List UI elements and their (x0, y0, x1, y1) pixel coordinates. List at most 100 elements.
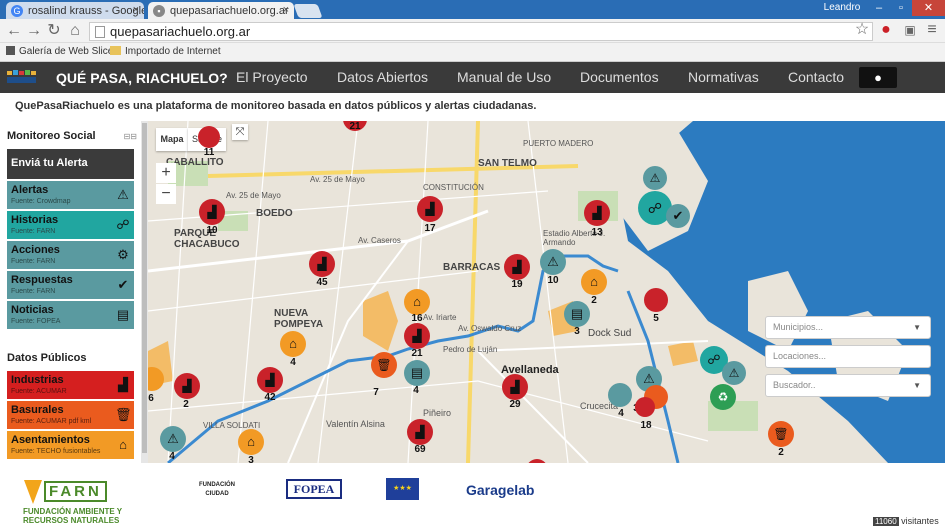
marker-industria[interactable] (644, 288, 668, 312)
map-label: BARRACAS (443, 262, 501, 273)
eu-flag-icon[interactable]: ★★★ (386, 478, 419, 500)
marker-alerta[interactable]: ⚠ (643, 166, 667, 190)
nav-normativas[interactable]: Normativas (688, 69, 759, 85)
nav-manual-de-uso[interactable]: Manual de Uso (457, 69, 551, 85)
marker-industria[interactable]: ▟ (584, 200, 610, 226)
sidebar-item-asentamientos[interactable]: Asentamientos Fuente: TECHO fusiontables… (7, 431, 134, 460)
marker-asentamiento[interactable]: ⌂ (404, 289, 430, 315)
item-label: Noticias (11, 304, 54, 316)
marker-noticia[interactable]: ▤ (564, 301, 590, 327)
close-icon[interactable]: × (133, 4, 139, 16)
bookmark-importado[interactable]: Importado de Internet (110, 46, 221, 57)
sidebar-item-respuestas[interactable]: Respuestas Fuente: FARN ✔ (7, 271, 134, 300)
map-type-mapa[interactable]: Mapa (156, 128, 188, 151)
marker-industria[interactable]: ▟ (502, 374, 528, 400)
web-slice-icon (6, 46, 15, 55)
marker-industria[interactable]: ▟ (407, 419, 433, 445)
pinterest-icon[interactable]: ● (876, 20, 896, 40)
sidebar-item-alertas[interactable]: Alertas Fuente: Crowdmap ⚠ (7, 181, 134, 210)
close-window-icon[interactable]: ✕ (912, 0, 945, 16)
locaciones-input[interactable]: Locaciones... (765, 345, 931, 368)
marker-asentamiento[interactable]: ⌂ (238, 429, 264, 455)
page-icon: ▪ (153, 5, 165, 17)
marker-industria[interactable]: ▟ (404, 323, 430, 349)
maximize-icon[interactable]: ▫ (890, 0, 912, 16)
site-logo[interactable] (5, 67, 39, 88)
marker-industria[interactable] (198, 126, 220, 148)
marker-count: 4 (169, 451, 175, 462)
newspaper-icon: ▤ (116, 307, 130, 322)
map-label: Av. Oswaldo Cruz (458, 324, 522, 333)
marker-industria[interactable]: ▟ (257, 367, 283, 393)
sidebar-scrollbar[interactable] (141, 121, 148, 463)
forward-icon[interactable]: → (24, 21, 44, 41)
zoom-in-button[interactable]: + (156, 163, 176, 183)
marker-industria[interactable] (635, 397, 655, 417)
map[interactable]: CABALLITO BOEDO PARQUE CHACABUCO NUEVA POM… (148, 121, 945, 463)
star-icon[interactable]: ☆ (852, 20, 872, 40)
extension-icon[interactable]: ▣ (900, 20, 920, 40)
fopea-logo[interactable]: FOPEA (286, 479, 342, 499)
section-collapse-icons[interactable]: ⊟⊟ (124, 132, 137, 141)
site-brand[interactable]: QUÉ PASA, RIACHUELO? (56, 70, 228, 86)
section-title-social: Monitoreo Social (7, 130, 96, 142)
fullscreen-icon[interactable]: ⤧ (232, 124, 248, 140)
marker-basural[interactable]: 🗑 (768, 421, 794, 447)
map-label: Av. 25 de Mayo (310, 175, 365, 184)
map-label: CONSTITUCIÓN (423, 183, 484, 192)
back-icon[interactable]: ← (4, 21, 24, 41)
farn-logo[interactable]: FARN (44, 481, 107, 502)
tab-google[interactable]: G rosalind krauss - Google × (6, 2, 144, 19)
close-icon[interactable]: × (283, 4, 289, 16)
sidebar-item-historias[interactable]: Historias Fuente: FARN ☍ (7, 211, 134, 240)
marker-count: 29 (509, 399, 521, 410)
home-icon[interactable]: ⌂ (65, 21, 85, 41)
scrollbar-thumb[interactable] (142, 123, 147, 453)
new-tab-button[interactable] (293, 4, 323, 18)
marker-alerta[interactable]: ⚠ (160, 426, 186, 452)
bookmark-web-slice[interactable]: Galería de Web Slice (6, 46, 113, 57)
bookmark-label: Importado de Internet (125, 46, 221, 57)
nav-contacto[interactable]: Contacto (788, 69, 844, 85)
reload-icon[interactable]: ↻ (44, 21, 64, 41)
user-button[interactable]: ● (859, 67, 897, 88)
marker-count: 19 (511, 279, 523, 290)
nav-documentos[interactable]: Documentos (580, 69, 659, 85)
sidebar-item-industrias[interactable]: Industrias Fuente: ACUMAR ▟ (7, 371, 134, 400)
gear-icon: ⚙ (117, 247, 129, 262)
marker-accion[interactable]: ♻ (710, 384, 736, 410)
marker-respuesta[interactable]: ✔ (666, 204, 690, 228)
marker-industria[interactable]: ▟ (199, 199, 225, 225)
buscador-select[interactable]: Buscador.. ▼ (765, 374, 931, 397)
sidebar-item-acciones[interactable]: Acciones Fuente: FARN ⚙ (7, 241, 134, 270)
tab-quepasariachuelo[interactable]: ▪ quepasariachuelo.org.ar × (148, 2, 294, 19)
address-bar[interactable]: quepasariachuelo.org.ar (89, 22, 873, 41)
sidebar-item-basurales[interactable]: Basurales Fuente: ACUMAR pdf kml 🗑 (7, 401, 134, 430)
marker-basural[interactable]: 🗑 (371, 352, 397, 378)
zoom-out-button[interactable]: − (156, 184, 176, 204)
marker-asentamiento[interactable]: ⌂ (280, 331, 306, 357)
marker-alerta[interactable]: ⚠ (722, 361, 746, 385)
house-icon: ⌂ (119, 437, 127, 452)
marker-industria[interactable]: ▟ (309, 251, 335, 277)
marker-count: 2 (183, 399, 189, 410)
minimize-icon[interactable]: – (868, 0, 890, 16)
chevron-down-icon: ▼ (913, 323, 921, 332)
map-label: Dock Sud (588, 328, 632, 339)
marker-alerta[interactable]: ⚠ (540, 249, 566, 275)
marker-industria[interactable]: ▟ (504, 254, 530, 280)
marker-asentamiento[interactable]: ⌂ (581, 269, 607, 295)
profile-name[interactable]: Leandro (822, 2, 862, 13)
marker-industria[interactable]: ▟ (417, 196, 443, 222)
marker-count: 7 (373, 387, 379, 398)
nav-datos-abiertos[interactable]: Datos Abiertos (337, 69, 428, 85)
marker-noticia[interactable]: ▤ (404, 360, 430, 386)
municipios-select[interactable]: Municipios... ▼ (765, 316, 931, 339)
enviar-alerta-button[interactable]: Enviá tu Alerta (7, 149, 134, 180)
sidebar-item-noticias[interactable]: Noticias Fuente: FOPEA ▤ (7, 301, 134, 330)
garagelab-logo[interactable]: Garagelab (466, 482, 534, 498)
marker-industria[interactable]: ▟ (174, 373, 200, 399)
nav-el-proyecto[interactable]: El Proyecto (236, 69, 308, 85)
menu-icon[interactable]: ≡ (922, 20, 942, 40)
fundacion-ciudad-logo[interactable]: FUNDACIÓN CIUDAD (197, 481, 237, 499)
